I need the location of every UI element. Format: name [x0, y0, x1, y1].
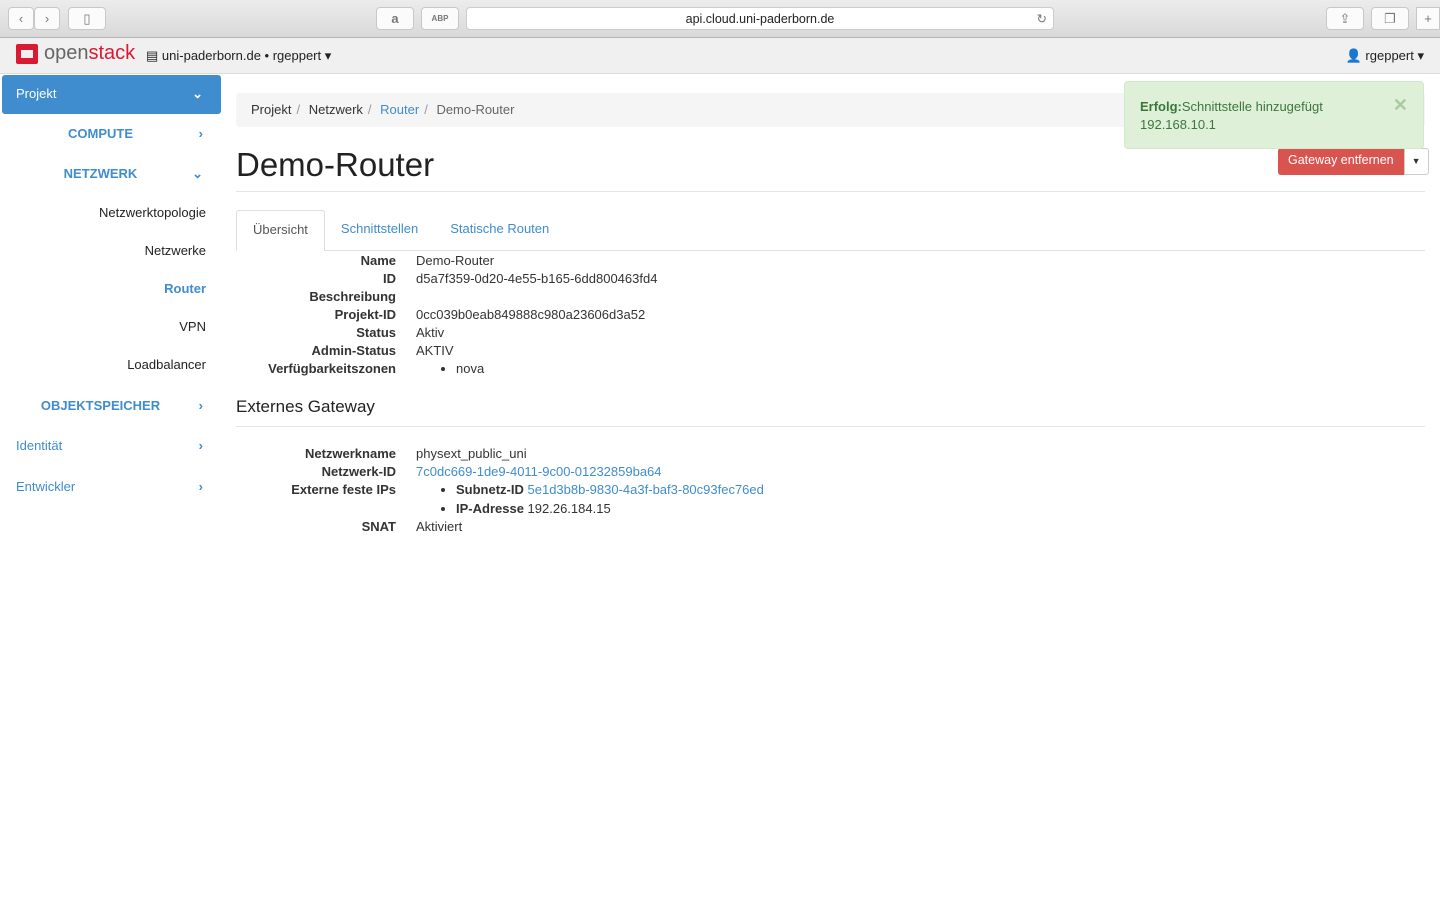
sidebar-label: Entwickler: [16, 479, 76, 494]
sidebar: Projekt ⌄ COMPUTE › NETZWERK ⌄ Netzwerktopo…: [0, 75, 221, 508]
amazon-extension-icon[interactable]: a: [376, 7, 414, 30]
caret-down-icon: ▼: [1411, 156, 1421, 166]
openstack-logo-icon: [16, 43, 38, 64]
tab-bar: Übersicht Schnittstellen Statische Route…: [236, 210, 1425, 251]
sidebar-item-loadbalancer[interactable]: Loadbalancer: [0, 346, 221, 384]
success-alert: Erfolg:Schnittstelle hinzugefügt 192.168…: [1124, 81, 1424, 149]
sidebar-objektspeicher[interactable]: OBJEKTSPEICHER ›: [0, 386, 221, 426]
gateway-actions: Gateway entfernen ▼: [1278, 148, 1429, 175]
value-status: Aktiv: [416, 325, 445, 340]
address-bar[interactable]: api.cloud.uni-paderborn.de ↻: [466, 7, 1054, 30]
caret-down-icon: ▾: [324, 48, 332, 63]
chevron-right-icon: ›: [198, 438, 203, 453]
sidebar-entwickler[interactable]: Entwickler ›: [0, 467, 221, 508]
sidebar-item-netzwerktopologie[interactable]: Netzwerktopologie: [0, 194, 221, 232]
value-id: d5a7f359-0d20-4e55-b165-6dd800463fd4: [416, 271, 658, 286]
chevron-down-icon: ⌄: [192, 166, 203, 181]
sidebar-label: Identität: [16, 438, 63, 453]
label-subnetz-id: Subnetz-ID: [456, 482, 524, 497]
chevron-down-icon: ⌄: [192, 86, 203, 101]
server-icon: ▤: [146, 48, 162, 63]
sidebar-toggle-button[interactable]: ▯: [68, 7, 106, 30]
value-admin-status: AKTIV: [416, 343, 454, 358]
breadcrumb-router[interactable]: Router: [380, 102, 419, 117]
gateway-remove-button[interactable]: Gateway entfernen: [1278, 148, 1404, 175]
label-id: ID: [383, 271, 396, 286]
value-ip-adresse: 192.26.184.15: [527, 501, 611, 516]
link-subnetz-id[interactable]: 5e1d3b8b-9830-4a3f-baf3-80c93fec76ed: [528, 482, 764, 497]
tab-schnittstellen[interactable]: Schnittstellen: [325, 210, 434, 250]
sidebar-item-router[interactable]: Router: [0, 270, 221, 308]
value-snat: Aktiviert: [416, 519, 463, 534]
chevron-right-icon: ›: [198, 479, 203, 494]
sidebar-netzwerk[interactable]: NETZWERK ⌄: [0, 154, 221, 194]
share-button[interactable]: ⇪: [1326, 7, 1364, 30]
logo-text: open: [44, 42, 89, 64]
value-netzwerkname: physext_public_uni: [416, 446, 527, 461]
breadcrumb-projekt: Projekt: [251, 102, 292, 117]
sidebar-identitaet[interactable]: Identität ›: [0, 426, 221, 467]
overview-list: Name Demo-Router ID d5a7f359-0d20-4e55-b16…: [236, 252, 1425, 378]
tab-statische-routen[interactable]: Statische Routen: [434, 210, 565, 250]
user-name: rgeppert: [1365, 48, 1414, 63]
browser-toolbar: ‹ › ▯ a ABP api.cloud.uni-paderborn.de ↻ …: [0, 0, 1440, 38]
breadcrumb-netzwerk: Netzwerk: [308, 102, 363, 117]
new-tab-button[interactable]: +: [1416, 7, 1440, 30]
adblock-extension-icon[interactable]: ABP: [421, 7, 459, 30]
back-button[interactable]: ‹: [8, 7, 34, 30]
gateway-list: Netzwerkname physext_public_uni Netzwerk-…: [236, 445, 1425, 536]
caret-down-icon: ▾: [1417, 48, 1424, 63]
forward-button[interactable]: ›: [34, 7, 60, 30]
alert-message: Schnittstelle hinzugefügt: [1181, 99, 1323, 114]
label-admin-status: Admin-Status: [311, 343, 397, 358]
logo-text-accent: stack: [88, 42, 136, 64]
sidebar-label: OBJEKTSPEICHER: [40, 398, 161, 413]
alert-detail: 192.168.10.1: [1140, 117, 1216, 132]
zone-item: nova: [456, 360, 1425, 378]
openstack-logo[interactable]: openstack: [16, 42, 135, 65]
label-netzwerk-id: Netzwerk-ID: [321, 464, 396, 479]
section-heading-gateway: Externes Gateway: [236, 397, 1425, 427]
value-projekt-id: 0cc039b0eab849888c980a23606d3a52: [416, 307, 646, 322]
chevron-right-icon: ›: [198, 126, 203, 141]
app-header: openstack ▤ uni-paderborn.de • rgeppert …: [0, 38, 1440, 74]
user-icon: 👤: [1345, 48, 1366, 63]
user-menu[interactable]: 👤 rgeppert ▾: [1346, 48, 1424, 64]
sidebar-projekt[interactable]: Projekt ⌄: [2, 75, 221, 114]
label-ip-adresse: IP-Adresse: [456, 501, 524, 516]
label-snat: SNAT: [361, 519, 396, 534]
label-zonen: Verfügbarkeitszonen: [268, 361, 396, 376]
sidebar-label: COMPUTE: [68, 126, 133, 141]
close-icon[interactable]: ✕: [1393, 96, 1408, 114]
label-projekt-id: Projekt-ID: [334, 307, 396, 322]
url-text: api.cloud.uni-paderborn.de: [685, 12, 835, 26]
label-status: Status: [356, 325, 396, 340]
sidebar-item-netzwerke[interactable]: Netzwerke: [0, 232, 221, 270]
actions-dropdown-toggle[interactable]: ▼: [1403, 148, 1429, 175]
value-name: Demo-Router: [416, 253, 495, 268]
link-netzwerk-id[interactable]: 7c0dc669-1de9-4011-9c00-01232859ba64: [416, 464, 662, 479]
tabs-button[interactable]: ❐: [1371, 7, 1409, 30]
label-externe-ips: Externe feste IPs: [291, 482, 396, 497]
chevron-right-icon: ›: [198, 398, 203, 413]
tab-uebersicht[interactable]: Übersicht: [236, 210, 325, 251]
alert-title: Erfolg:: [1140, 99, 1182, 114]
main-content: Projekt / Netzwerk / Router / Demo-Router D…: [236, 93, 1425, 536]
page-title: Demo-Router: [236, 146, 435, 183]
label-netzwerkname: Netzwerkname: [304, 446, 396, 461]
value-beschreibung: [416, 288, 1425, 306]
breadcrumb-current: Demo-Router: [436, 102, 515, 117]
sidebar-label: Projekt: [16, 86, 57, 101]
sidebar-compute[interactable]: COMPUTE ›: [0, 114, 221, 154]
reload-icon[interactable]: ↻: [1037, 8, 1047, 30]
sidebar-label: NETZWERK: [63, 166, 138, 181]
sidebar-item-vpn[interactable]: VPN: [0, 308, 221, 346]
project-label: uni-paderborn.de • rgeppert: [161, 48, 322, 63]
label-beschreibung: Beschreibung: [309, 289, 396, 304]
project-selector[interactable]: ▤ uni-paderborn.de • rgeppert ▾: [146, 48, 331, 64]
label-name: Name: [360, 253, 396, 268]
